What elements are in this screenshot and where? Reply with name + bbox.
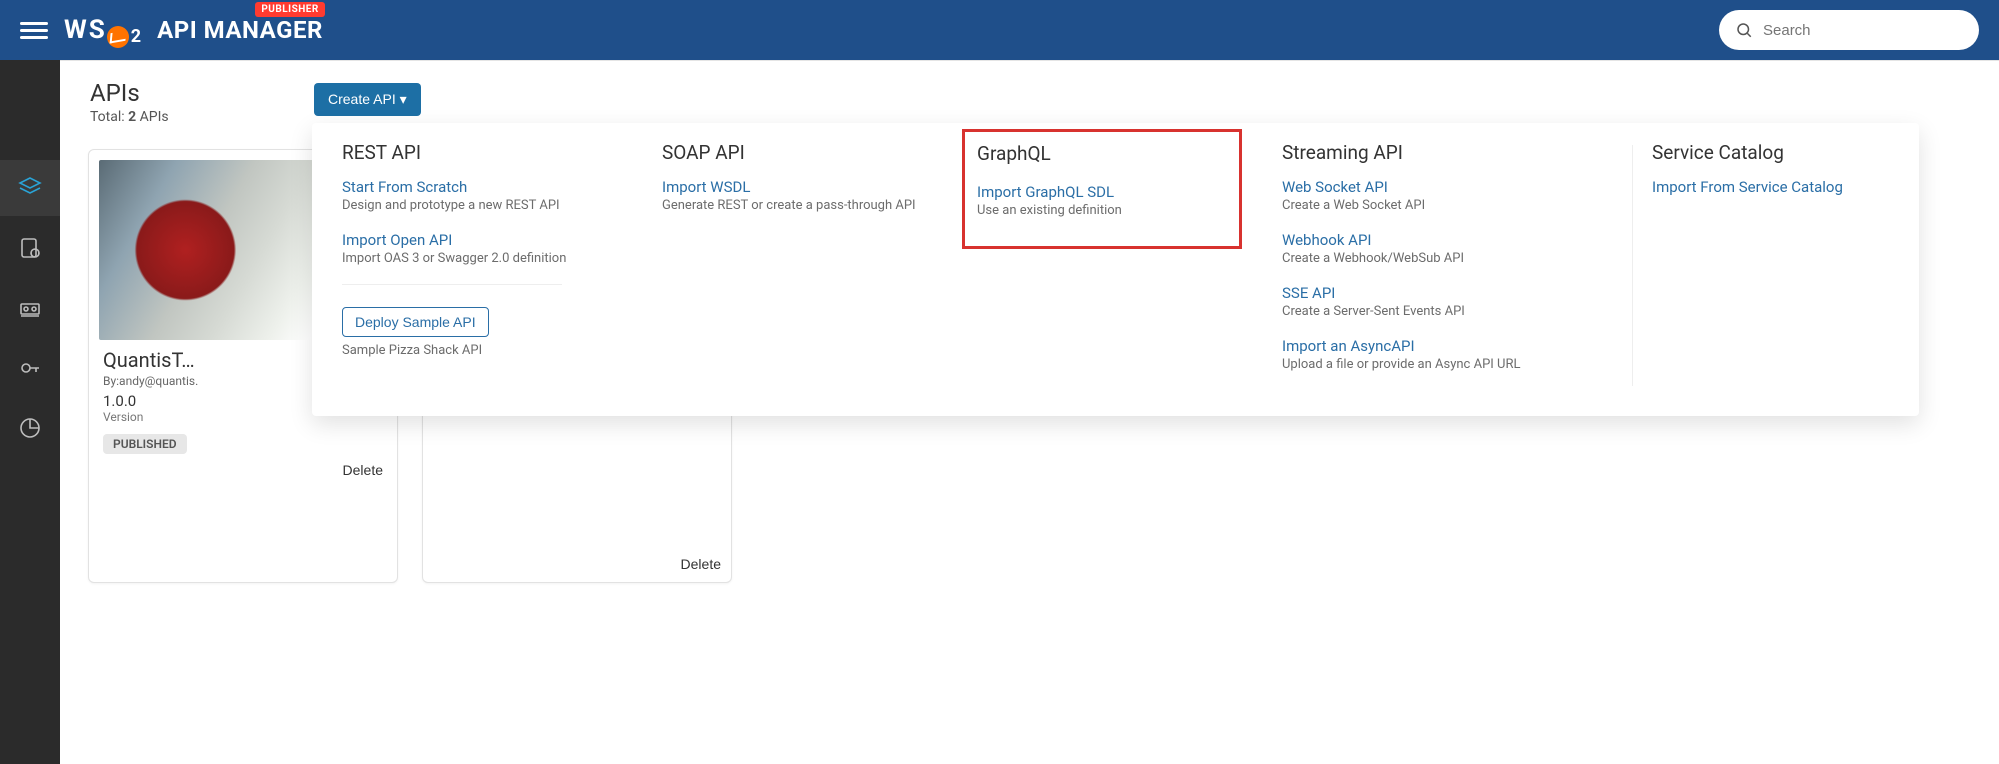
import-asyncapi-desc: Upload a file or provide an Async API UR…: [1282, 357, 1622, 374]
import-wsdl-desc: Generate REST or create a pass-through A…: [662, 198, 932, 215]
service-catalog-heading: Service Catalog: [1652, 141, 1879, 164]
create-api-button[interactable]: Create API ▾: [314, 83, 421, 116]
dropdown-col-rest: REST API Start From Scratch Design and p…: [342, 141, 642, 390]
main-content: APIs Total: 2 APIs Create API ▾ QuantisT…: [60, 60, 1999, 764]
graphql-heading: GraphQL: [977, 142, 1233, 165]
left-sidebar: [0, 60, 60, 764]
dropdown-col-graphql: GraphQL Import GraphQL SDL Use an existi…: [962, 141, 1262, 390]
import-open-api-desc: Import OAS 3 or Swagger 2.0 definition: [342, 251, 632, 268]
sse-api-desc: Create a Server-Sent Events API: [1282, 304, 1622, 321]
dropdown-col-service-catalog: Service Catalog Import From Service Cata…: [1652, 141, 1889, 390]
pie-icon: [18, 416, 42, 440]
webhook-api-link[interactable]: Webhook API: [1282, 231, 1371, 249]
search-box[interactable]: [1719, 10, 1979, 50]
import-asyncapi-link[interactable]: Import an AsyncAPI: [1282, 337, 1415, 355]
search-input[interactable]: [1763, 22, 1963, 39]
top-header: WS2 PUBLISHER API MANAGER: [0, 0, 1999, 60]
start-from-scratch-link[interactable]: Start From Scratch: [342, 178, 467, 196]
layers-icon: [18, 176, 42, 200]
sse-api-link[interactable]: SSE API: [1282, 284, 1335, 302]
status-badge: PUBLISHED: [103, 434, 187, 454]
machine-gear-icon: [18, 296, 42, 320]
dropdown-col-soap: SOAP API Import WSDL Generate REST or cr…: [662, 141, 942, 390]
web-socket-api-desc: Create a Web Socket API: [1282, 198, 1622, 215]
deploy-sample-api-button[interactable]: Deploy Sample API: [342, 307, 489, 337]
graphql-highlight-box: GraphQL Import GraphQL SDL Use an existi…: [962, 129, 1242, 249]
rest-heading: REST API: [342, 141, 632, 164]
sidebar-item-platform[interactable]: [0, 280, 60, 336]
start-from-scratch-desc: Design and prototype a new REST API: [342, 198, 632, 215]
delete-button[interactable]: Delete: [681, 556, 721, 572]
soap-heading: SOAP API: [662, 141, 932, 164]
dropdown-col-streaming: Streaming API Web Socket API Create a We…: [1282, 141, 1632, 390]
web-socket-api-link[interactable]: Web Socket API: [1282, 178, 1388, 196]
key-icon: [18, 356, 42, 380]
create-api-dropdown: REST API Start From Scratch Design and p…: [312, 123, 1919, 416]
import-open-api-link[interactable]: Import Open API: [342, 231, 452, 249]
file-gear-icon: [18, 236, 42, 260]
divider: [342, 284, 562, 285]
import-wsdl-link[interactable]: Import WSDL: [662, 178, 750, 196]
sidebar-item-keys[interactable]: [0, 340, 60, 396]
import-graphql-sdl-link[interactable]: Import GraphQL SDL: [977, 183, 1114, 201]
brand-area: WS2 PUBLISHER API MANAGER: [64, 15, 323, 45]
webhook-api-desc: Create a Webhook/WebSub API: [1282, 251, 1622, 268]
import-from-service-catalog-link[interactable]: Import From Service Catalog: [1652, 178, 1843, 196]
sidebar-item-analytics[interactable]: [0, 400, 60, 456]
import-graphql-sdl-desc: Use an existing definition: [977, 203, 1233, 220]
sidebar-item-config[interactable]: [0, 220, 60, 276]
wso2-logo: WS2: [64, 15, 141, 45]
product-name-text: API MANAGER: [157, 16, 323, 44]
deploy-sample-desc: Sample Pizza Shack API: [342, 343, 632, 358]
product-title: PUBLISHER API MANAGER: [157, 16, 323, 44]
streaming-heading: Streaming API: [1282, 141, 1622, 164]
search-icon: [1735, 21, 1753, 39]
publisher-badge: PUBLISHER: [255, 2, 325, 17]
delete-button[interactable]: Delete: [343, 462, 383, 478]
sidebar-item-apis[interactable]: [0, 160, 60, 216]
hamburger-menu-button[interactable]: [20, 16, 48, 44]
